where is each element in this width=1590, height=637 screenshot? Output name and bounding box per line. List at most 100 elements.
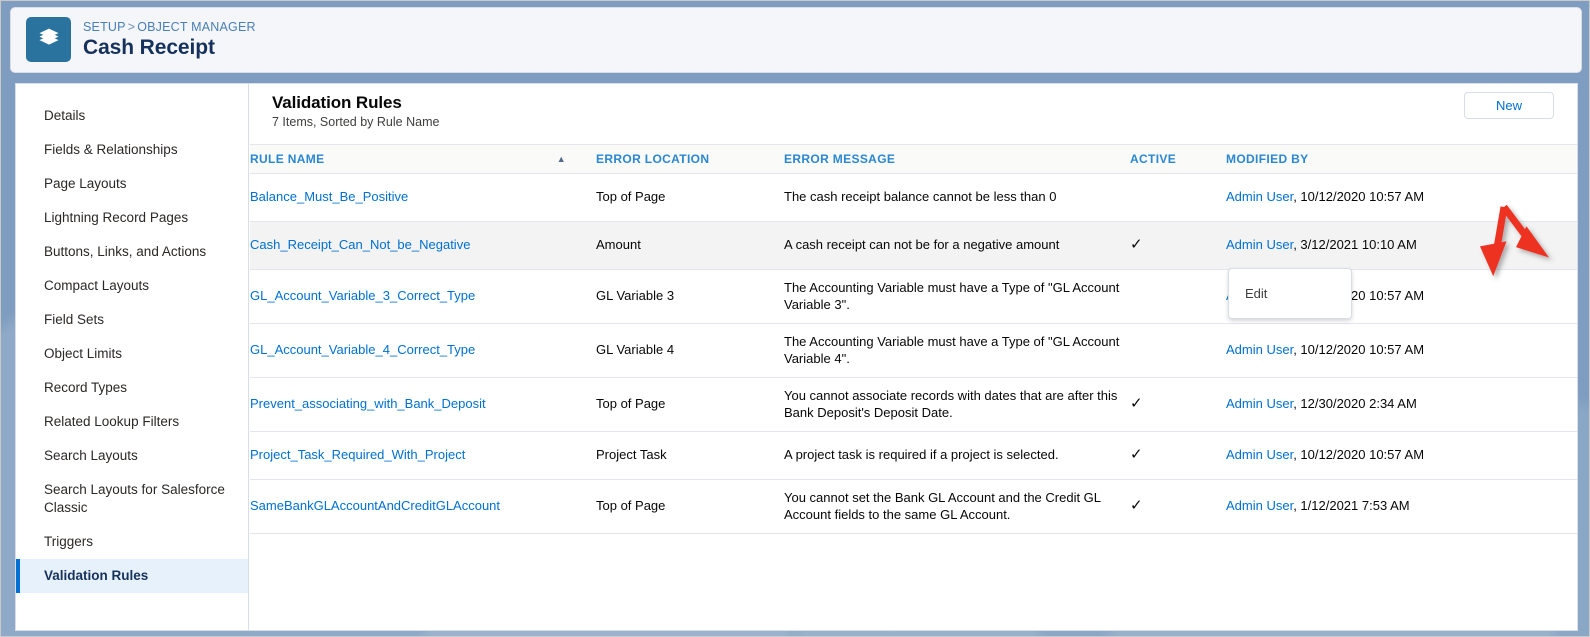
sidebar-item-label: Triggers [44,534,94,549]
cell-rule-name: GL_Account_Variable_4_Correct_Type [250,323,596,378]
sidebar-item-buttons-links-and-actions[interactable]: Buttons, Links, and Actions [16,235,248,269]
list-title: Validation Rules [272,93,402,112]
checkmark-icon: ✓ [1130,497,1143,515]
cell-error-message: The cash receipt balance cannot be less … [784,173,1130,222]
sidebar-item-fields-relationships[interactable]: Fields & Relationships [16,133,248,167]
sidebar-item-lightning-record-pages[interactable]: Lightning Record Pages [16,201,248,235]
sidebar-item-label: Lightning Record Pages [44,210,189,225]
modified-by-date: , 3/12/2021 10:10 AM [1293,237,1417,253]
sidebar-item-compact-layouts[interactable]: Compact Layouts [16,269,248,303]
row-action-dropdown-menu: Edit [1228,268,1352,319]
sidebar-item-label: Search Layouts [44,448,138,463]
table-row[interactable]: Prevent_associating_with_Bank_Deposit Top… [250,377,1577,432]
table-row[interactable]: GL_Account_Variable_3_Correct_Type GL Var… [250,269,1577,324]
column-header-modified-by[interactable]: MODIFIED BY [1226,144,1562,174]
cell-modified-by: Admin User, 3/12/2021 10:10 AM [1226,221,1562,270]
cell-rule-name: Project_Task_Required_With_Project [250,431,596,480]
cell-error-message: A cash receipt can not be for a negative… [784,221,1130,270]
sidebar-item-label: Field Sets [44,312,105,327]
cell-rule-name: GL_Account_Variable_3_Correct_Type [250,269,596,324]
object-manager-logo [26,17,71,62]
table-row[interactable]: GL_Account_Variable_4_Correct_Type GL Var… [250,323,1577,378]
modified-by-user-link[interactable]: Admin User [1226,498,1293,513]
modified-by-date: , 1/12/2021 7:53 AM [1293,498,1410,514]
column-header-error-location[interactable]: ERROR LOCATION [596,144,784,174]
cell-row-actions [1562,221,1577,270]
list-subtitle: 7 Items, Sorted by Rule Name [272,115,440,129]
main-panel: Validation Rules 7 Items, Sorted by Rule… [250,84,1577,630]
sidebar-item-label: Search Layouts for Salesforce Classic [44,482,225,515]
cell-active: ✓ [1130,431,1226,480]
sidebar-item-validation-rules[interactable]: Validation Rules [16,559,248,593]
table-row[interactable]: Balance_Must_Be_Positive Top of Page The c… [250,173,1577,222]
sidebar-item-label: Compact Layouts [44,278,150,293]
sidebar-item-record-types[interactable]: Record Types [16,371,248,405]
sidebar-item-label: Details [44,108,86,123]
sidebar-item-search-layouts[interactable]: Search Layouts [16,439,248,473]
sidebar-item-search-layouts-for-salesforce-classic[interactable]: Search Layouts for Salesforce Classic [16,473,248,525]
cell-row-actions [1562,431,1577,480]
rule-name-link[interactable]: Project_Task_Required_With_Project [250,447,465,462]
new-button[interactable]: New [1464,92,1554,119]
content-card: Details Fields & Relationships Page Layout… [15,83,1578,631]
sidebar-item-details[interactable]: Details [16,99,248,133]
rule-name-link[interactable]: Prevent_associating_with_Bank_Deposit [250,396,486,411]
breadcrumb-setup[interactable]: SETUP [83,20,126,34]
dropdown-item-edit[interactable]: Edit [1229,278,1351,309]
rule-name-link[interactable]: Balance_Must_Be_Positive [250,189,408,204]
cell-error-message: The Accounting Variable must have a Type… [784,269,1130,324]
rule-name-link[interactable]: GL_Account_Variable_4_Correct_Type [250,342,475,357]
table-row[interactable]: SameBankGLAccountAndCreditGLAccount Top o… [250,479,1577,534]
cell-row-actions [1562,269,1577,324]
breadcrumb-object-manager[interactable]: OBJECT MANAGER [137,20,256,34]
cell-error-location: Project Task [596,431,784,480]
cell-rule-name: Balance_Must_Be_Positive [250,173,596,222]
cell-modified-by: Admin User, 10/12/2020 10:57 AM [1226,323,1562,378]
cell-row-actions [1562,479,1577,534]
column-header-error-message[interactable]: ERROR MESSAGE [784,144,1130,174]
sort-ascending-icon[interactable]: ▲ [557,152,566,166]
checkmark-icon: ✓ [1130,446,1143,464]
cell-active [1130,269,1226,324]
sidebar-item-page-layouts[interactable]: Page Layouts [16,167,248,201]
cell-error-message: You cannot set the Bank GL Account and t… [784,479,1130,534]
rule-name-link[interactable]: SameBankGLAccountAndCreditGLAccount [250,498,500,513]
modified-by-date: , 10/12/2020 10:57 AM [1293,342,1425,358]
sidebar-item-label: Related Lookup Filters [44,414,180,429]
breadcrumb: SETUP > OBJECT MANAGER [83,20,256,34]
sidebar-item-field-sets[interactable]: Field Sets [16,303,248,337]
modified-by-user-link[interactable]: Admin User [1226,189,1293,204]
sidebar-item-label: Page Layouts [44,176,127,191]
sidebar-item-related-lookup-filters[interactable]: Related Lookup Filters [16,405,248,439]
cell-active: ✓ [1130,377,1226,432]
cell-row-actions [1562,377,1577,432]
modified-by-user-link[interactable]: Admin User [1226,342,1293,357]
cell-error-location: Top of Page [596,479,784,534]
modified-by-date: , 10/12/2020 10:57 AM [1293,447,1425,463]
cell-error-message: The Accounting Variable must have a Type… [784,323,1130,378]
cell-error-location: Top of Page [596,377,784,432]
layers-stack-icon [37,25,61,54]
cell-modified-by: Admin User, 10/12/2020 10:57 AM [1226,173,1562,222]
table-row[interactable]: Project_Task_Required_With_Project Projec… [250,431,1577,480]
cell-active [1130,323,1226,378]
cell-rule-name: Prevent_associating_with_Bank_Deposit [250,377,596,432]
modified-by-user-link[interactable]: Admin User [1226,447,1293,462]
modified-by-user-link[interactable]: Admin User [1226,396,1293,411]
sidebar-item-object-limits[interactable]: Object Limits [16,337,248,371]
table-row[interactable]: Cash_Receipt_Can_Not_be_Negative Amount A … [250,221,1577,270]
rule-name-link[interactable]: GL_Account_Variable_3_Correct_Type [250,288,475,303]
sidebar-item-label: Validation Rules [44,568,149,583]
table-header-row: RULE NAME ▲ ERROR LOCATION ERROR MESSAGE… [250,144,1577,174]
global-header: SETUP > OBJECT MANAGER Cash Receipt [10,7,1582,73]
cell-error-message: A project task is required if a project … [784,431,1130,480]
column-header-active[interactable]: ACTIVE [1130,144,1226,174]
modified-by-user-link[interactable]: Admin User [1226,237,1293,252]
column-header-rule-name[interactable]: RULE NAME ▲ [250,144,596,174]
cell-error-location: Amount [596,221,784,270]
sidebar-item-triggers[interactable]: Triggers [16,525,248,559]
page-title: Cash Receipt [83,36,215,59]
table-header: RULE NAME ▲ ERROR LOCATION ERROR MESSAGE… [250,144,1577,174]
cell-active: ✓ [1130,479,1226,534]
rule-name-link[interactable]: Cash_Receipt_Can_Not_be_Negative [250,237,470,252]
